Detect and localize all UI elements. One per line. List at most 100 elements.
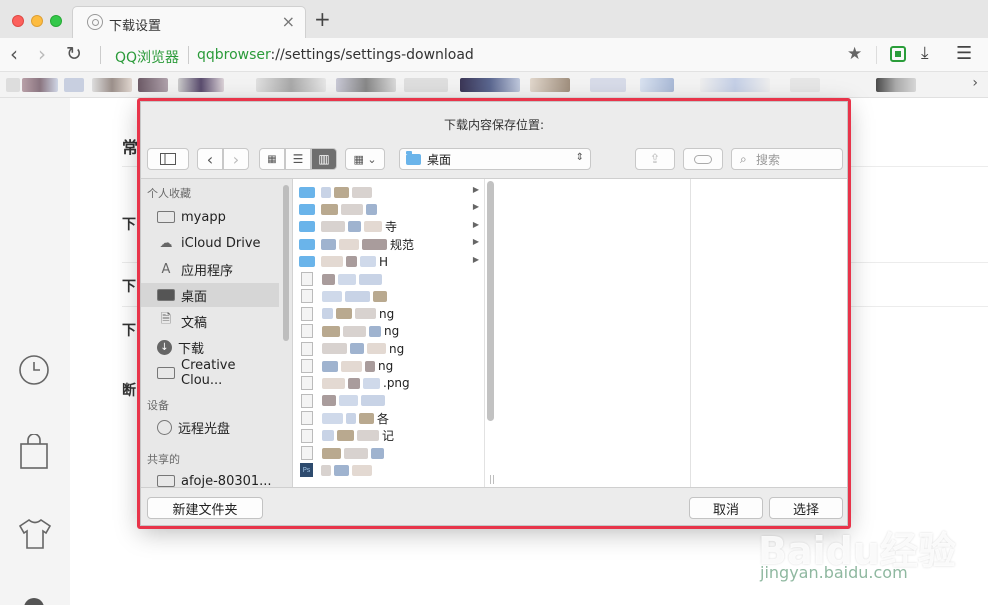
zoom-window-button[interactable] [50, 15, 62, 27]
sidebar-item-shared-computer[interactable]: afoje-80301... [141, 469, 279, 493]
bookmark-item[interactable] [64, 78, 84, 92]
folder-row[interactable]: ▶ [299, 200, 483, 218]
column-scrollbar[interactable] [487, 181, 494, 421]
cancel-button[interactable]: 取消 [689, 497, 763, 519]
file-name: 记 [382, 429, 395, 444]
choose-button[interactable]: 选择 [769, 497, 843, 519]
file-row[interactable]: Ps [299, 461, 483, 479]
gear-icon[interactable] [18, 592, 50, 605]
tag-button[interactable] [683, 148, 723, 170]
image-file-icon [301, 411, 313, 426]
minimize-window-button[interactable] [31, 15, 43, 27]
dialog-browser: 个人收藏 myapp ☁ iCloud Drive A 应用程序 桌面 🗎 文稿 [141, 178, 847, 489]
file-row[interactable]: ng [299, 322, 483, 340]
bookmark-item[interactable] [460, 78, 520, 92]
file-row[interactable]: 各 [299, 409, 483, 427]
sidebar-item-remote-disc[interactable]: 远程光盘 [141, 415, 279, 439]
sidebar-scrollbar[interactable] [283, 185, 289, 341]
file-row[interactable]: ng [299, 340, 483, 358]
search-input[interactable]: ⌕ 搜索 [731, 148, 843, 170]
reload-icon[interactable]: ↻ [66, 43, 82, 65]
bookmark-item[interactable] [6, 78, 20, 92]
bookmark-item[interactable] [790, 78, 820, 92]
url-divider [188, 46, 189, 64]
share-button[interactable]: ⇪ [635, 148, 675, 170]
bookmark-item[interactable] [336, 78, 396, 92]
sidebar-item-label: iCloud Drive [181, 235, 261, 251]
disclosure-arrow-icon: ▶ [472, 202, 479, 212]
menu-icon[interactable]: ☰ [956, 43, 972, 64]
search-icon: ⌕ [740, 152, 747, 166]
tab-close-icon[interactable]: × [282, 12, 295, 31]
bookmark-item[interactable] [640, 78, 674, 92]
sidebar-item-documents[interactable]: 🗎 文稿 [141, 309, 279, 333]
back-button[interactable]: ‹ [197, 148, 223, 170]
sidebar-toggle-button[interactable] [147, 148, 189, 170]
folder-icon [299, 256, 315, 268]
column-view-button[interactable]: ▥ [311, 148, 337, 170]
disclosure-arrow-icon: ▶ [472, 185, 479, 194]
arrange-button[interactable]: ▦ ⌄ [345, 148, 385, 170]
tab-download-settings[interactable]: 下载设置 × [72, 6, 306, 38]
blurred-text [352, 464, 372, 476]
history-clock-icon[interactable] [18, 354, 50, 386]
file-row[interactable] [299, 392, 483, 410]
bookmark-item[interactable] [530, 78, 570, 92]
qq-extension-icon[interactable] [890, 46, 906, 62]
devices-header: 设备 [147, 399, 169, 412]
folder-icon [406, 150, 421, 165]
folder-row[interactable]: ▶ [299, 183, 483, 201]
back-arrow-icon[interactable]: ‹ [10, 43, 18, 65]
bookmark-item[interactable] [92, 78, 132, 92]
folder-row[interactable]: 规范 ▶ [299, 235, 483, 253]
watermark-url: jingyan.baidu.com [760, 563, 908, 582]
blurred-text [322, 360, 338, 372]
new-tab-icon[interactable]: + [314, 9, 331, 29]
blurred-text [348, 377, 360, 389]
dialog-sidebar: 个人收藏 myapp ☁ iCloud Drive A 应用程序 桌面 🗎 文稿 [141, 179, 293, 489]
forward-arrow-icon[interactable]: › [38, 43, 46, 65]
close-window-button[interactable] [12, 15, 24, 27]
bookmark-item[interactable] [178, 78, 224, 92]
file-row[interactable] [299, 444, 483, 462]
list-view-button[interactable]: ☰ [285, 148, 311, 170]
bookmark-item[interactable] [700, 78, 770, 92]
blurred-text [334, 186, 349, 198]
shopping-bag-icon[interactable] [18, 434, 50, 470]
sidebar-item-applications[interactable]: A 应用程序 [141, 257, 279, 281]
bookmark-item[interactable] [404, 78, 448, 92]
sidebar-item-downloads[interactable]: ↓ 下载 [141, 335, 279, 359]
file-column: ▶ ▶ 寺 ▶ 规范 ▶ H ▶ ng ng ng ng .png 各记 Ps [295, 179, 485, 487]
disclosure-arrow-icon: ▶ [472, 254, 479, 264]
location-popup[interactable]: 桌面 ⇕ [399, 148, 591, 170]
file-row[interactable]: ng [299, 357, 483, 375]
sidebar-item-icloud[interactable]: ☁ iCloud Drive [141, 231, 279, 255]
file-row[interactable] [299, 287, 483, 305]
bookmark-item[interactable] [22, 78, 58, 92]
forward-button[interactable]: › [223, 148, 249, 170]
file-row[interactable] [299, 270, 483, 288]
new-folder-button[interactable]: 新建文件夹 [147, 497, 263, 519]
file-row[interactable]: ng [299, 305, 483, 323]
bookmark-star-icon[interactable]: ★ [847, 44, 862, 64]
bookmark-item[interactable] [876, 78, 916, 92]
disc-icon [157, 419, 172, 435]
file-row[interactable]: .png [299, 374, 483, 392]
column-resize-handle[interactable]: || [489, 475, 495, 485]
sidebar-item-desktop[interactable]: 桌面 [141, 283, 279, 307]
file-row[interactable]: 记 [299, 427, 483, 445]
folder-row[interactable]: H ▶ [299, 253, 483, 271]
icon-view-button[interactable]: ▦ [259, 148, 285, 170]
tshirt-icon[interactable] [18, 518, 52, 550]
bookmark-item[interactable] [256, 78, 326, 92]
download-icon[interactable]: ⤓ [921, 43, 929, 63]
bookmark-item[interactable] [138, 78, 168, 92]
blurred-text [344, 447, 368, 459]
chevron-right-icon[interactable]: › [972, 75, 978, 91]
folder-row[interactable]: 寺 ▶ [299, 218, 483, 236]
blurred-text [346, 256, 357, 268]
sidebar-item-myapp[interactable]: myapp [141, 205, 279, 229]
bookmark-item[interactable] [590, 78, 626, 92]
sidebar-item-creative-cloud[interactable]: Creative Clou... [141, 358, 279, 388]
address-bar[interactable]: qqbrowser://settings/settings-download [197, 47, 474, 63]
